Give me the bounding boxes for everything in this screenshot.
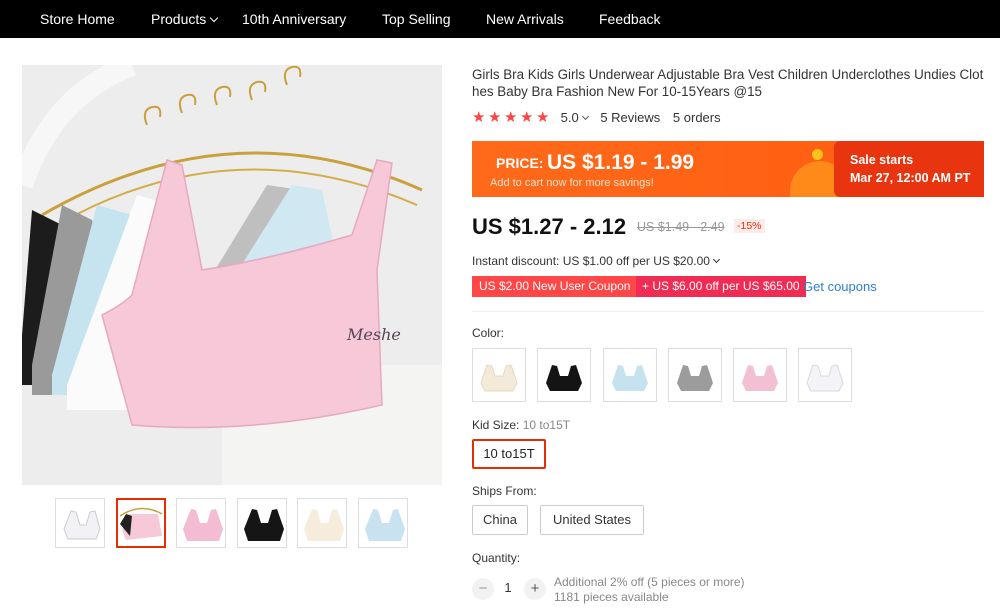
color-swatch-white[interactable] [798,348,852,402]
nav-new-arrivals[interactable]: New Arrivals [486,0,564,38]
nav-feedback[interactable]: Feedback [599,0,660,38]
current-price: US $1.27 - 2.12 [472,214,627,239]
color-swatch-light-blue[interactable] [603,348,657,402]
new-user-coupon[interactable]: US $2.00 New User Coupon [472,276,638,297]
bra-swatch-black [546,365,582,391]
sale-start-box [834,141,984,197]
banner-decoration [812,149,823,160]
store-coupon[interactable]: + US $6.00 off per US $65.00 [636,276,806,297]
thumbnail-pink[interactable] [176,498,226,548]
price-banner: PRICE: US $1.19 - 1.99 Add to cart now f… [472,141,984,197]
sale-starts-title: Sale starts [850,153,914,167]
kid-size-label: Kid Size: 10 to15T [472,418,570,432]
color-swatch-black[interactable] [537,348,591,402]
get-coupons-link[interactable]: Get coupons [803,279,877,294]
kid-size-label-text: Kid Size: [472,418,520,432]
nav-store-home[interactable]: Store Home [40,0,115,38]
star-icon: ★ [520,109,534,126]
price-label: PRICE: [496,155,544,171]
size-option-10-to-15t[interactable]: 10 to15T [472,439,546,469]
bra-swatch-beige [480,364,518,392]
star-icon: ★ [504,109,518,126]
product-title: Girls Bra Kids Girls Underwear Adjustabl… [472,67,984,99]
discount-badge: -15% [734,219,765,233]
bra-swatch-light-blue [612,365,648,391]
quantity-value[interactable]: 1 [502,580,514,595]
bra-swatch-white [806,364,844,392]
quantity-decrease-button[interactable]: − [472,578,494,600]
instant-discount-text: Instant discount: US $1.00 off per US $2… [472,254,710,268]
kid-size-selected: 10 to15T [522,418,571,432]
color-swatch-pink[interactable] [733,348,787,402]
star-icon: ★ [488,109,502,126]
rating-score[interactable]: 5.0 [561,110,579,125]
nav-top-selling[interactable]: Top Selling [382,0,451,38]
bra-thumb-white [63,510,101,540]
bulk-discount-note: Additional 2% off (5 pieces or more) [554,575,745,589]
ships-from-label: Ships From: [472,484,537,498]
sale-price-range: US $1.19 - 1.99 [547,151,695,174]
color-swatch-gray[interactable] [668,348,722,402]
sale-starts-date: Mar 27, 12:00 AM PT [850,171,971,185]
chevron-down-icon[interactable] [581,112,589,121]
store-navbar: Store Home Products 10th Anniversary Top… [0,0,1000,38]
thumbnail-white[interactable] [55,498,105,548]
nav-10th-anniversary[interactable]: 10th Anniversary [242,0,346,38]
bra-thumb-black [244,509,284,541]
star-icon: ★ [536,109,550,126]
color-label: Color: [472,326,505,340]
product-main-image[interactable]: Meshe [22,65,442,485]
instant-discount[interactable]: Instant discount: US $1.00 off per US $2… [472,254,720,268]
thumbnail-beige[interactable] [297,498,347,548]
ship-from-china[interactable]: China [472,505,528,535]
orders-count: 5 orders [672,110,721,125]
available-stock: 1181 pieces available [554,590,669,604]
chevron-down-icon [712,255,720,264]
thumbnail-black[interactable] [237,498,287,548]
price-savings-note: Add to cart now for more savings! [490,177,654,189]
bra-thumb-rack [119,507,163,540]
thumbnail-light-blue[interactable] [358,498,408,548]
nav-products-label: Products [151,11,207,27]
bra-thumb-pink [183,509,223,541]
ship-from-united-states[interactable]: United States [540,505,644,535]
thumbnail-rack[interactable] [116,498,166,548]
nav-products[interactable]: Products [151,0,219,38]
quantity-increase-button[interactable]: + [524,578,546,600]
bra-thumb-light-blue [365,509,405,541]
divider [472,311,984,312]
bra-swatch-gray [677,365,713,391]
bra-rack-illustration: Meshe [22,65,442,485]
color-swatch-beige[interactable] [472,348,526,402]
quantity-label: Quantity: [472,551,521,565]
bra-thumb-beige [304,509,344,541]
svg-text:Meshe: Meshe [346,325,401,344]
original-price: US $1.49 - 2.49 [637,220,725,234]
bra-swatch-pink [742,365,778,391]
reviews-link[interactable]: 5 Reviews [600,110,660,125]
star-icon: ★ [472,109,486,126]
chevron-down-icon [210,13,219,23]
rating-row: ★ ★ ★ ★ ★ 5.0 5 Reviews 5 orders [472,109,721,126]
